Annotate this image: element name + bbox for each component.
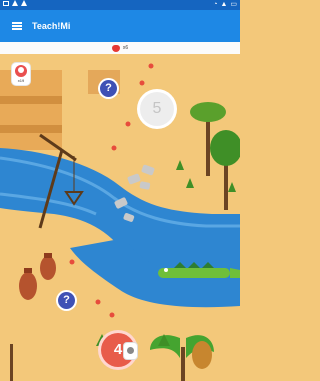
lives-bar: x6 xyxy=(0,42,240,54)
level-node-locked[interactable]: 5 xyxy=(140,92,174,126)
wifi-icon: ◔ xyxy=(213,1,218,8)
heart-icon xyxy=(111,44,120,52)
user-level: x19 xyxy=(17,78,25,83)
pyramid-block xyxy=(0,70,62,150)
level-map xyxy=(0,54,240,381)
question-node-2[interactable]: ? xyxy=(58,292,75,309)
warning-icon xyxy=(21,0,27,6)
app-bar: Teach!Mi xyxy=(0,10,240,42)
lock-icon xyxy=(124,343,137,359)
warning-icon xyxy=(12,0,18,6)
battery-icon: ▭ xyxy=(230,1,237,8)
avatar xyxy=(15,65,27,77)
notification-icon xyxy=(3,0,9,6)
question-node-1[interactable]: ? xyxy=(100,80,117,97)
menu-icon[interactable] xyxy=(10,19,26,33)
signal-icon: ▲ xyxy=(220,1,228,8)
app-title: Teach!Mi xyxy=(32,21,71,31)
screen: ◔ ▲ ▭ Teach!Mi x6 x19 ? ? 5 4 xyxy=(0,0,240,381)
user-profile-badge[interactable]: x19 xyxy=(12,63,30,85)
lives-count: x6 xyxy=(122,45,129,51)
status-bar: ◔ ▲ ▭ xyxy=(0,0,240,10)
